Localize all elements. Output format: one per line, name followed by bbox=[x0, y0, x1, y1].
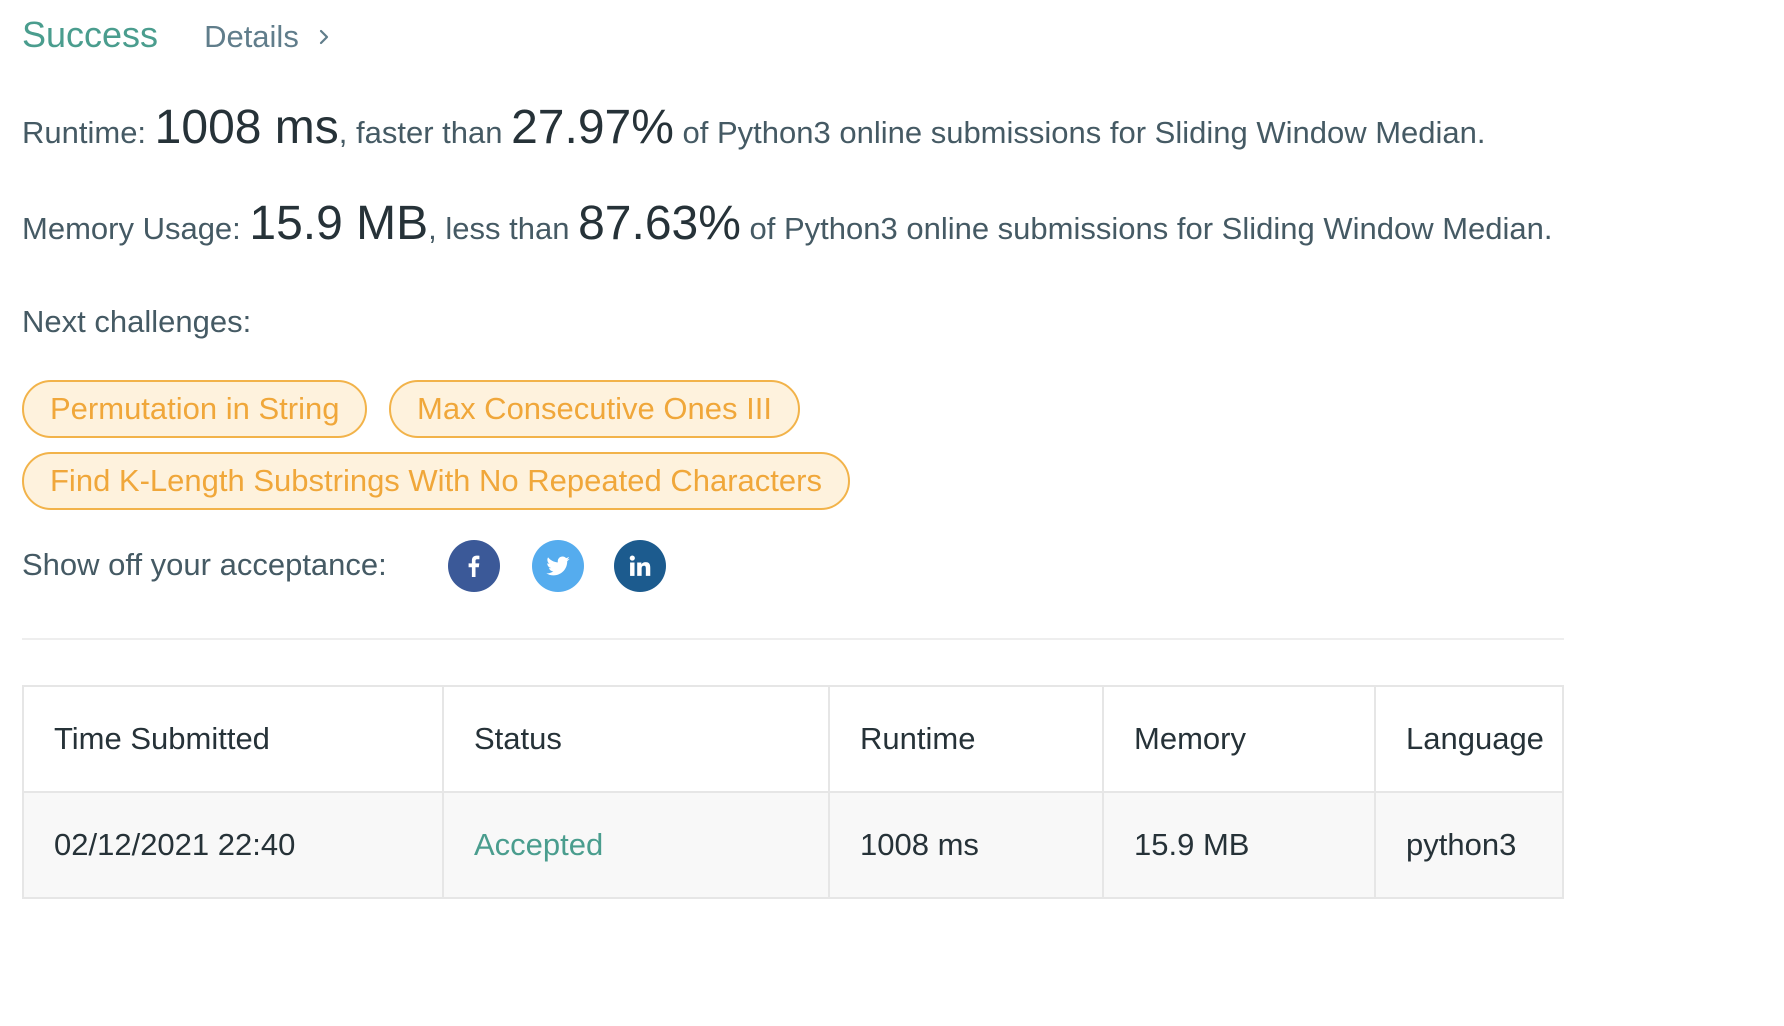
twitter-icon bbox=[546, 556, 570, 576]
column-header: Memory bbox=[1102, 685, 1376, 793]
submissions-table: Time Submitted Status Runtime Memory Lan… bbox=[22, 685, 1564, 899]
challenge-chip[interactable]: Find K-Length Substrings With No Repeate… bbox=[22, 452, 850, 510]
column-header: Runtime bbox=[828, 685, 1104, 793]
column-header: Language bbox=[1374, 685, 1564, 793]
runtime-cell: 1008 ms bbox=[828, 791, 1104, 899]
memory-value: 15.9 MB bbox=[249, 197, 429, 250]
column-header: Time Submitted bbox=[22, 685, 444, 793]
details-link[interactable]: Details bbox=[204, 19, 335, 55]
details-label: Details bbox=[204, 19, 299, 54]
result-header: Success Details bbox=[22, 14, 335, 56]
divider bbox=[22, 638, 1564, 640]
runtime-stat: Runtime: 1008 ms, faster than 27.97% of … bbox=[22, 100, 1486, 155]
challenge-chip[interactable]: Permutation in String bbox=[22, 380, 368, 438]
column-header: Status bbox=[442, 685, 830, 793]
time-submitted-cell: 02/12/2021 22:40 bbox=[22, 791, 444, 899]
next-challenges-label: Next challenges: bbox=[22, 304, 252, 339]
linkedin-share-button[interactable] bbox=[614, 540, 666, 592]
table-header-row: Time Submitted Status Runtime Memory Lan… bbox=[22, 685, 1564, 793]
table-row: 02/12/2021 22:40 Accepted 1008 ms 15.9 M… bbox=[22, 791, 1564, 899]
linkedin-icon bbox=[629, 555, 651, 576]
memory-comparison: , less than bbox=[428, 211, 579, 246]
runtime-comparison: , faster than bbox=[338, 115, 512, 150]
facebook-share-button[interactable] bbox=[448, 540, 500, 592]
runtime-percent: 27.97% bbox=[511, 101, 674, 154]
language-cell: python3 bbox=[1374, 791, 1564, 899]
status-title: Success bbox=[22, 14, 159, 55]
twitter-share-button[interactable] bbox=[532, 540, 584, 592]
facebook-icon bbox=[468, 555, 480, 577]
runtime-value: 1008 ms bbox=[154, 101, 339, 154]
chevron-right-icon bbox=[319, 29, 328, 45]
status-link[interactable]: Accepted bbox=[442, 791, 830, 899]
challenge-chip[interactable]: Max Consecutive Ones III bbox=[389, 380, 800, 438]
memory-label: Memory Usage: bbox=[22, 211, 250, 246]
memory-stat: Memory Usage: 15.9 MB, less than 87.63% … bbox=[22, 196, 1552, 251]
runtime-suffix: of Python3 online submissions for Slidin… bbox=[673, 115, 1486, 150]
share-label: Show off your acceptance: bbox=[22, 547, 387, 582]
runtime-label: Runtime: bbox=[22, 115, 155, 150]
memory-cell: 15.9 MB bbox=[1102, 791, 1376, 899]
memory-percent: 87.63% bbox=[578, 197, 741, 250]
memory-suffix: of Python3 online submissions for Slidin… bbox=[740, 211, 1553, 246]
